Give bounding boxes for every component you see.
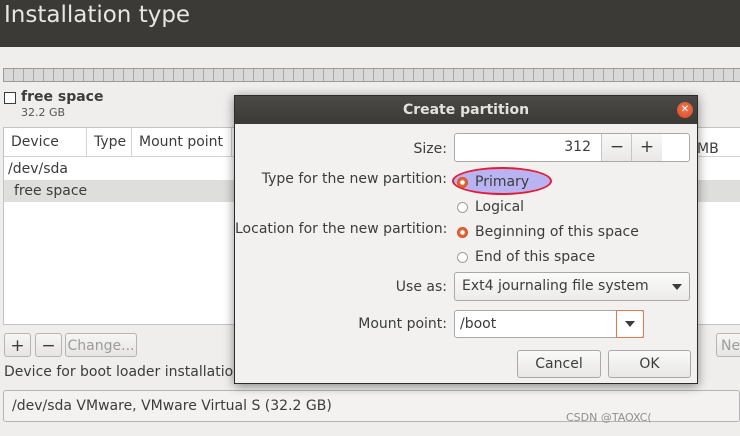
window-title: Installation type bbox=[4, 2, 191, 28]
column-header-device[interactable]: Device bbox=[4, 128, 87, 156]
mount-point-dropdown-button[interactable] bbox=[616, 310, 644, 338]
chevron-down-icon[interactable] bbox=[672, 284, 682, 290]
use-as-select[interactable]: Ext4 journaling file system bbox=[454, 272, 690, 301]
size-increment-button[interactable]: + bbox=[631, 134, 662, 161]
column-header-type[interactable]: Type bbox=[87, 128, 132, 156]
size-decrement-button[interactable]: − bbox=[601, 134, 632, 161]
chevron-down-icon[interactable] bbox=[625, 321, 635, 327]
size-input[interactable]: 312 bbox=[455, 134, 591, 161]
cancel-button[interactable]: Cancel bbox=[517, 350, 601, 378]
ok-button[interactable]: OK bbox=[608, 350, 691, 378]
column-header-mount-point[interactable]: Mount point bbox=[132, 128, 232, 156]
partition-type-label: Type for the new partition: bbox=[261, 171, 447, 187]
dialog-title: Create partition bbox=[235, 96, 697, 124]
radio-logical-label: Logical bbox=[475, 199, 525, 215]
legend-swatch bbox=[4, 92, 16, 104]
create-partition-dialog: Create partition ✕ Size: 312 − + MB Type… bbox=[234, 95, 719, 384]
radio-selected-icon[interactable] bbox=[457, 227, 468, 238]
size-spinbox[interactable]: 312 − + bbox=[454, 133, 690, 162]
radio-unselected-icon[interactable] bbox=[457, 202, 468, 213]
size-label: Size: bbox=[413, 141, 447, 157]
radio-end-label: End of this space bbox=[475, 249, 596, 265]
location-label: Location for the new partition: bbox=[235, 221, 448, 237]
add-partition-button[interactable]: + bbox=[4, 333, 31, 357]
use-as-value: Ext4 journaling file system bbox=[462, 278, 649, 294]
remove-partition-button[interactable]: − bbox=[35, 333, 62, 357]
legend-name: free space bbox=[21, 89, 104, 105]
title-bar: Installation type bbox=[0, 0, 740, 47]
disk-usage-bar bbox=[3, 68, 740, 82]
size-unit: MB bbox=[697, 141, 719, 157]
mount-point-label: Mount point: bbox=[358, 316, 447, 332]
new-partition-table-button[interactable]: New bbox=[716, 333, 740, 357]
bootloader-label: Device for boot loader installation: bbox=[4, 364, 247, 380]
mount-point-value[interactable]: /boot bbox=[460, 311, 496, 337]
close-icon[interactable]: ✕ bbox=[677, 102, 693, 118]
use-as-label: Use as: bbox=[395, 279, 447, 295]
radio-beginning-label: Beginning of this space bbox=[475, 224, 639, 240]
radio-selected-icon[interactable] bbox=[457, 177, 468, 188]
radio-primary-label: Primary bbox=[475, 174, 530, 190]
watermark: CSDN @TAOXC( bbox=[566, 411, 652, 424]
change-partition-button[interactable]: Change... bbox=[65, 333, 137, 357]
legend-size: 32.2 GB bbox=[21, 106, 66, 119]
radio-unselected-icon[interactable] bbox=[457, 252, 468, 263]
